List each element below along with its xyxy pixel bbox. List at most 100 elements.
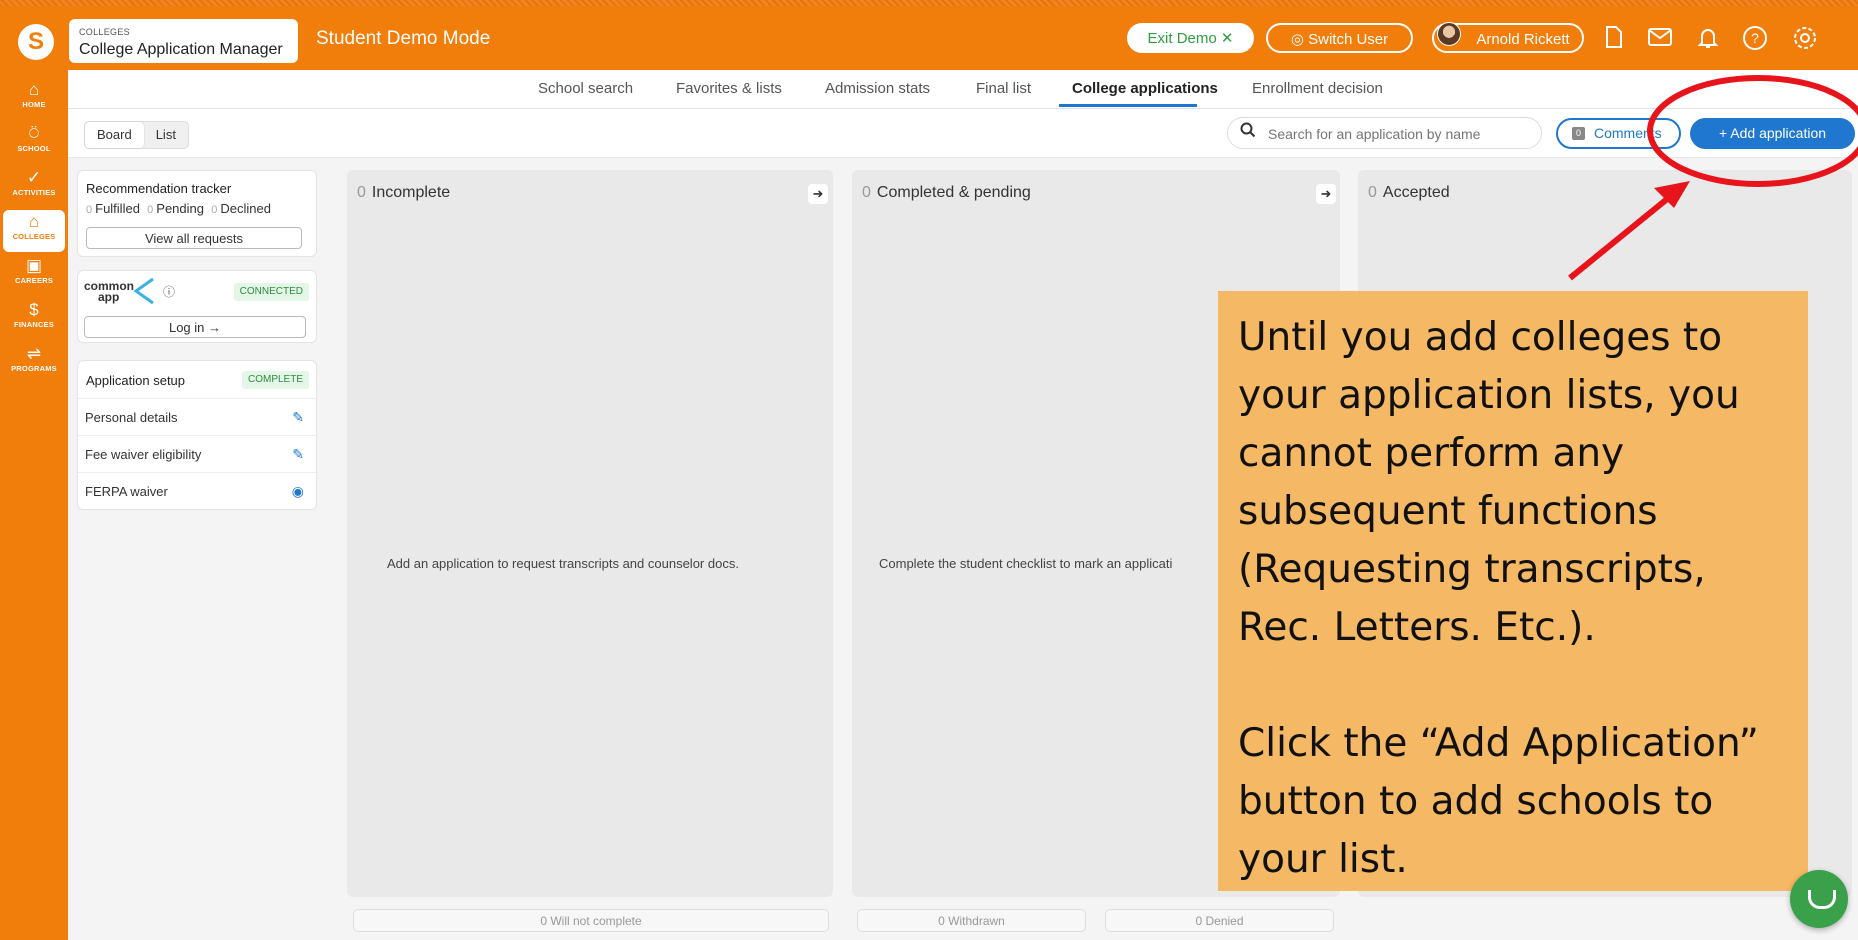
eye-icon[interactable]: ◉ — [292, 473, 304, 510]
fulfilled-label: Fulfilled — [95, 201, 140, 216]
chat-support-icon[interactable] — [1790, 870, 1848, 928]
arrow-right-icon[interactable]: ➜ — [1316, 184, 1336, 204]
column-name: Accepted — [1382, 184, 1450, 201]
add-application-button[interactable]: + Add application — [1690, 118, 1855, 149]
left-nav: ⌂ HOME ⍥ SCHOOL ✓ ACTIVITIES ⌂ COLLEGES … — [0, 70, 68, 940]
view-toggle: Board List — [84, 121, 189, 149]
column-title: 0 Completed & pending — [862, 184, 1031, 202]
nav-label: ACTIVITIES — [12, 188, 56, 197]
search-icon — [1240, 122, 1256, 143]
apple-icon: ⍥ — [28, 124, 40, 143]
tutorial-callout: Until you add colleges to your applicati… — [1218, 291, 1808, 891]
nav-label: FINANCES — [14, 320, 54, 329]
view-all-requests-button[interactable]: View all requests — [86, 227, 302, 249]
document-icon[interactable] — [1601, 25, 1627, 51]
application-setup-title: Application setup — [86, 373, 186, 388]
setup-row-label: Fee waiver eligibility — [85, 447, 202, 462]
app-switcher[interactable]: COLLEGES College Application Manager — [69, 19, 298, 63]
column-count: 0 — [357, 184, 366, 201]
home-icon: ⌂ — [28, 80, 40, 99]
setup-row-ferpa-waiver[interactable]: FERPA waiver ◉ — [78, 472, 316, 509]
declined-label: Declined — [220, 201, 271, 216]
common-app-login-button[interactable]: Log in → — [84, 316, 306, 338]
switch-user-button[interactable]: ◎ Switch User — [1266, 23, 1413, 53]
help-circle-icon[interactable]: ⓘ — [163, 283, 175, 300]
nav-programs[interactable]: ⇌ PROGRAMS — [3, 344, 65, 384]
app-name: College Application Manager — [79, 41, 283, 58]
board-view-button[interactable]: Board — [85, 122, 144, 148]
settings-icon[interactable] — [1792, 25, 1818, 51]
arrow-right-icon[interactable]: ➜ — [808, 184, 828, 204]
mail-icon[interactable] — [1647, 25, 1673, 51]
setup-row-fee-waiver[interactable]: Fee waiver eligibility ✎ — [78, 435, 316, 472]
tab-enrollment-decision[interactable]: Enrollment decision — [1252, 80, 1383, 97]
tab-college-applications[interactable]: College applications — [1072, 80, 1218, 97]
nav-activities[interactable]: ✓ ACTIVITIES — [3, 168, 65, 208]
college-icon: ⌂ — [28, 212, 40, 231]
comments-label: Comments — [1594, 125, 1662, 141]
comments-button[interactable]: 0 Comments — [1556, 118, 1681, 149]
tab-bar: School search Favorites & lists Admissio… — [68, 70, 1858, 109]
user-circle-icon: ◎ — [1290, 31, 1309, 48]
column-count: 0 — [1368, 184, 1377, 201]
column-incomplete: 0 Incomplete ➜ Add an application to requ… — [347, 170, 833, 897]
common-app-mark-icon — [133, 277, 155, 310]
nav-label: SCHOOL — [17, 144, 51, 153]
help-icon[interactable]: ? — [1742, 25, 1768, 51]
nav-label: CAREERS — [14, 276, 54, 285]
common-app-logo: common app — [84, 280, 134, 304]
pending-label: Pending — [156, 201, 204, 216]
search-input[interactable] — [1266, 123, 1530, 145]
column-empty-message: Complete the student checklist to mark a… — [879, 556, 1173, 571]
column-name: Completed & pending — [876, 184, 1031, 201]
handshake-icon: ⇌ — [26, 344, 42, 363]
setup-row-label: FERPA waiver — [85, 484, 168, 499]
logo-text-bottom: app — [98, 290, 120, 304]
tab-school-search[interactable]: School search — [538, 80, 633, 97]
pencil-icon[interactable]: ✎ — [292, 436, 304, 473]
drop-zone-withdrawn[interactable]: 0 Withdrawn — [857, 909, 1086, 932]
nav-home[interactable]: ⌂ HOME — [3, 80, 65, 120]
board-toolbar: Board List 0 Comments + Add application — [68, 109, 1858, 158]
list-view-button[interactable]: List — [144, 122, 188, 148]
exit-demo-button[interactable]: Exit Demo ✕ — [1127, 23, 1254, 53]
setup-row-personal-details[interactable]: Personal details ✎ — [78, 398, 316, 435]
active-tab-indicator — [1059, 104, 1197, 107]
drop-zone-will-not-complete[interactable]: 0 Will not complete — [353, 909, 829, 932]
callout-paragraph-2: Click the “Add Application” button to ad… — [1238, 721, 1759, 882]
tab-admission-stats[interactable]: Admission stats — [825, 80, 930, 97]
application-search[interactable] — [1227, 117, 1542, 149]
nav-label: HOME — [22, 100, 46, 109]
nav-label: COLLEGES — [12, 232, 56, 241]
nav-label: PROGRAMS — [11, 364, 57, 373]
column-title: 0 Accepted — [1368, 184, 1450, 202]
logo-icon[interactable]: S — [18, 24, 54, 60]
briefcase-icon: ▣ — [25, 256, 43, 275]
tab-favorites-lists[interactable]: Favorites & lists — [676, 80, 782, 97]
avatar — [1437, 22, 1461, 46]
setup-complete-badge: COMPLETE — [241, 371, 309, 389]
top-bar: S COLLEGES College Application Manager S… — [0, 6, 1858, 70]
pencil-icon[interactable]: ✎ — [292, 399, 304, 436]
money-bag-icon: $ — [29, 300, 39, 319]
common-app-card: common app ⓘ CONNECTED Log in → — [77, 270, 317, 343]
user-name: Arnold Rickett — [1476, 31, 1570, 48]
bell-icon[interactable] — [1695, 25, 1721, 51]
nav-colleges[interactable]: ⌂ COLLEGES — [3, 210, 65, 252]
nav-careers[interactable]: ▣ CAREERS — [3, 256, 65, 296]
recommendation-title: Recommendation tracker — [86, 181, 232, 196]
pending-count: 0 — [147, 204, 154, 216]
drop-zone-denied[interactable]: 0 Denied — [1105, 909, 1334, 932]
nav-finances[interactable]: $ FINANCES — [3, 300, 65, 340]
nav-school[interactable]: ⍥ SCHOOL — [3, 124, 65, 164]
setup-row-label: Personal details — [85, 410, 178, 425]
column-empty-message: Add an application to request transcript… — [387, 556, 739, 571]
app-section-label: COLLEGES — [79, 27, 130, 37]
recommendation-stats: 0 Fulfilled 0 Pending 0 Declined — [86, 201, 271, 216]
column-name: Incomplete — [371, 184, 451, 201]
declined-count: 0 — [211, 204, 218, 216]
tab-final-list[interactable]: Final list — [976, 80, 1031, 97]
fulfilled-count: 0 — [86, 204, 93, 216]
application-setup-card: Application setup COMPLETE Personal deta… — [77, 360, 317, 510]
column-count: 0 — [862, 184, 871, 201]
